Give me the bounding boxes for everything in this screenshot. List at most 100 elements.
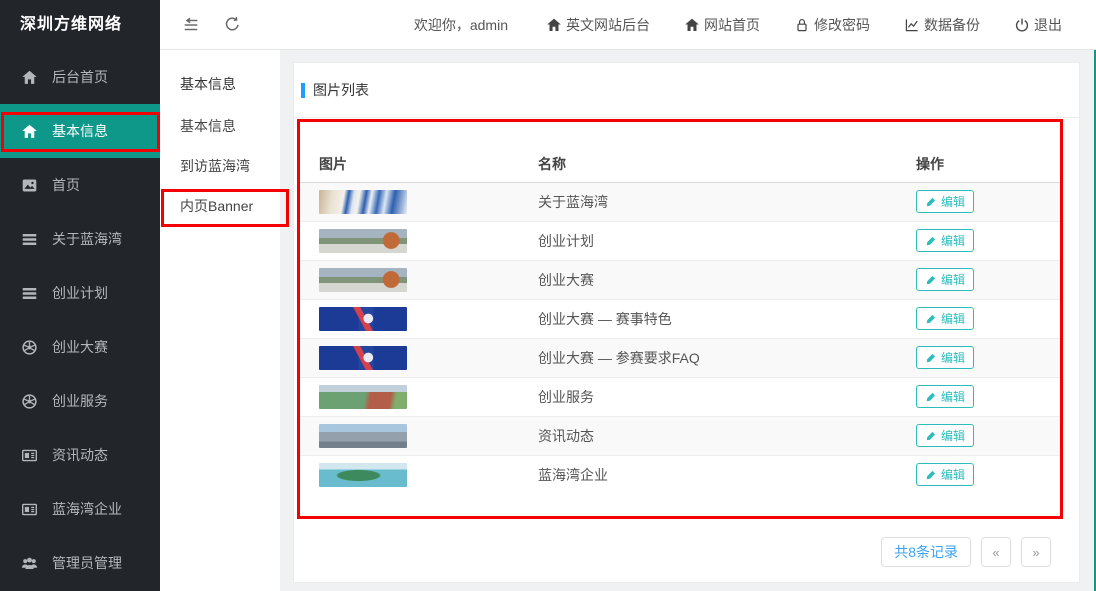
pencil-icon <box>925 391 937 403</box>
sidebar-item-label: 蓝海湾企业 <box>52 499 122 519</box>
submenu-item-1[interactable]: 基本信息 <box>160 106 280 146</box>
home-icon <box>684 17 700 33</box>
sidebar-item-10[interactable]: 管理员管理 <box>0 536 160 590</box>
submenu-item-2[interactable]: 到访蓝海湾 <box>160 146 280 186</box>
welcome-text: 欢迎你，admin <box>414 15 508 35</box>
sidebar-item-label: 创业服务 <box>52 391 108 411</box>
sidebar-item-label: 创业大赛 <box>52 337 108 357</box>
table-header-row: 图片 名称 操作 <box>300 146 1060 182</box>
annotation-box-table: 图片 名称 操作 关于蓝海湾编辑创业计划编辑创业大赛编辑创业大赛 — 赛事特色编… <box>297 119 1063 519</box>
sidebar-item-3[interactable]: 首页 <box>0 158 160 212</box>
topbar-link-1[interactable]: 英文网站后台 <box>546 15 650 35</box>
pagination: 共8条记录 « » <box>881 537 1051 567</box>
banner-thumbnail <box>319 307 407 331</box>
edit-button-label: 编辑 <box>941 193 965 210</box>
topbar-link-5[interactable]: 退出 <box>1014 15 1062 35</box>
column-header-action: 操作 <box>916 146 1060 182</box>
edit-button[interactable]: 编辑 <box>916 424 974 447</box>
topbar-link-4[interactable]: 数据备份 <box>904 15 980 35</box>
submenu-title: 基本信息 <box>160 62 280 106</box>
table-row: 关于蓝海湾编辑 <box>300 182 1060 221</box>
sidebar-item-4[interactable]: 关于蓝海湾 <box>0 212 160 266</box>
edit-button-label: 编辑 <box>941 271 965 288</box>
refresh-icon[interactable] <box>224 16 241 33</box>
pencil-icon <box>925 313 937 325</box>
banner-thumbnail <box>319 229 407 253</box>
pencil-icon <box>925 196 937 208</box>
action-cell: 编辑 <box>916 221 1060 260</box>
ball-icon <box>21 339 38 356</box>
table-row: 创业大赛 — 参赛要求FAQ编辑 <box>300 338 1060 377</box>
edit-button-label: 编辑 <box>941 232 965 249</box>
pencil-icon <box>925 274 937 286</box>
submenu-item-3[interactable]: 内页Banner <box>160 186 280 226</box>
app-logo: 深圳方维网络 <box>0 0 160 50</box>
list-icon <box>21 231 38 248</box>
home-icon <box>21 123 38 140</box>
news-icon <box>21 447 38 464</box>
table-row: 蓝海湾企业编辑 <box>300 455 1060 494</box>
panel-title: 图片列表 <box>313 80 369 100</box>
action-cell: 编辑 <box>916 299 1060 338</box>
edit-button-label: 编辑 <box>941 466 965 483</box>
content-area: 图片列表 图片 名称 操作 关于蓝海湾编辑创业计划编辑创业大赛编辑创业大赛 — … <box>280 50 1096 591</box>
edit-button-label: 编辑 <box>941 427 965 444</box>
edit-button[interactable]: 编辑 <box>916 190 974 213</box>
pencil-icon <box>925 352 937 364</box>
action-cell: 编辑 <box>916 416 1060 455</box>
list-icon <box>21 285 38 302</box>
image-cell <box>300 377 538 416</box>
image-cell <box>300 221 538 260</box>
image-cell <box>300 182 538 221</box>
image-cell <box>300 260 538 299</box>
topbar-link-2[interactable]: 网站首页 <box>684 15 760 35</box>
edit-button[interactable]: 编辑 <box>916 346 974 369</box>
image-table: 图片 名称 操作 关于蓝海湾编辑创业计划编辑创业大赛编辑创业大赛 — 赛事特色编… <box>300 146 1060 494</box>
sidebar: 深圳方维网络 后台首页基本信息首页关于蓝海湾创业计划创业大赛创业服务资讯动态蓝海… <box>0 0 160 591</box>
card-header: 图片列表 <box>294 63 1079 118</box>
collapse-menu-icon[interactable] <box>182 16 200 34</box>
edit-button[interactable]: 编辑 <box>916 385 974 408</box>
topbar-link-label: 数据备份 <box>924 15 980 35</box>
sidebar-item-6[interactable]: 创业大赛 <box>0 320 160 374</box>
next-page-button[interactable]: » <box>1021 537 1051 567</box>
topbar-link-3[interactable]: 修改密码 <box>794 15 870 35</box>
sidebar-item-label: 首页 <box>52 175 80 195</box>
banner-thumbnail <box>319 190 407 214</box>
table-row: 资讯动态 编辑 <box>300 416 1060 455</box>
action-cell: 编辑 <box>916 377 1060 416</box>
topbar-link-label: 修改密码 <box>814 15 870 35</box>
image-cell <box>300 455 538 494</box>
power-icon <box>1014 17 1030 33</box>
column-header-name: 名称 <box>538 146 916 182</box>
prev-page-button[interactable]: « <box>981 537 1011 567</box>
sidebar-item-8[interactable]: 资讯动态 <box>0 428 160 482</box>
image-icon <box>21 177 38 194</box>
edit-button[interactable]: 编辑 <box>916 229 974 252</box>
sidebar-item-1[interactable]: 后台首页 <box>0 50 160 104</box>
action-cell: 编辑 <box>916 338 1060 377</box>
table-row: 创业服务编辑 <box>300 377 1060 416</box>
home-icon <box>546 17 562 33</box>
name-cell: 创业大赛 <box>538 260 916 299</box>
sidebar-item-5[interactable]: 创业计划 <box>0 266 160 320</box>
name-cell: 创业计划 <box>538 221 916 260</box>
edit-button[interactable]: 编辑 <box>916 268 974 291</box>
banner-thumbnail <box>319 268 407 292</box>
image-cell <box>300 416 538 455</box>
column-header-image: 图片 <box>300 146 538 182</box>
sidebar-item-9[interactable]: 蓝海湾企业 <box>0 482 160 536</box>
topbar-link-label: 网站首页 <box>704 15 760 35</box>
topbar-right: 欢迎你，admin 英文网站后台 网站首页 修改密码 数据备份 退出 <box>414 15 1062 35</box>
sidebar-item-2[interactable]: 基本信息 <box>0 104 160 158</box>
sidebar-item-7[interactable]: 创业服务 <box>0 374 160 428</box>
banner-thumbnail <box>319 346 407 370</box>
edit-button[interactable]: 编辑 <box>916 307 974 330</box>
edit-button[interactable]: 编辑 <box>916 463 974 486</box>
home-icon <box>21 69 38 86</box>
pencil-icon <box>925 235 937 247</box>
table-row: 创业计划 编辑 <box>300 221 1060 260</box>
name-cell: 资讯动态 <box>538 416 916 455</box>
topbar-link-label: 英文网站后台 <box>566 15 650 35</box>
name-cell: 创业大赛 — 赛事特色 <box>538 299 916 338</box>
